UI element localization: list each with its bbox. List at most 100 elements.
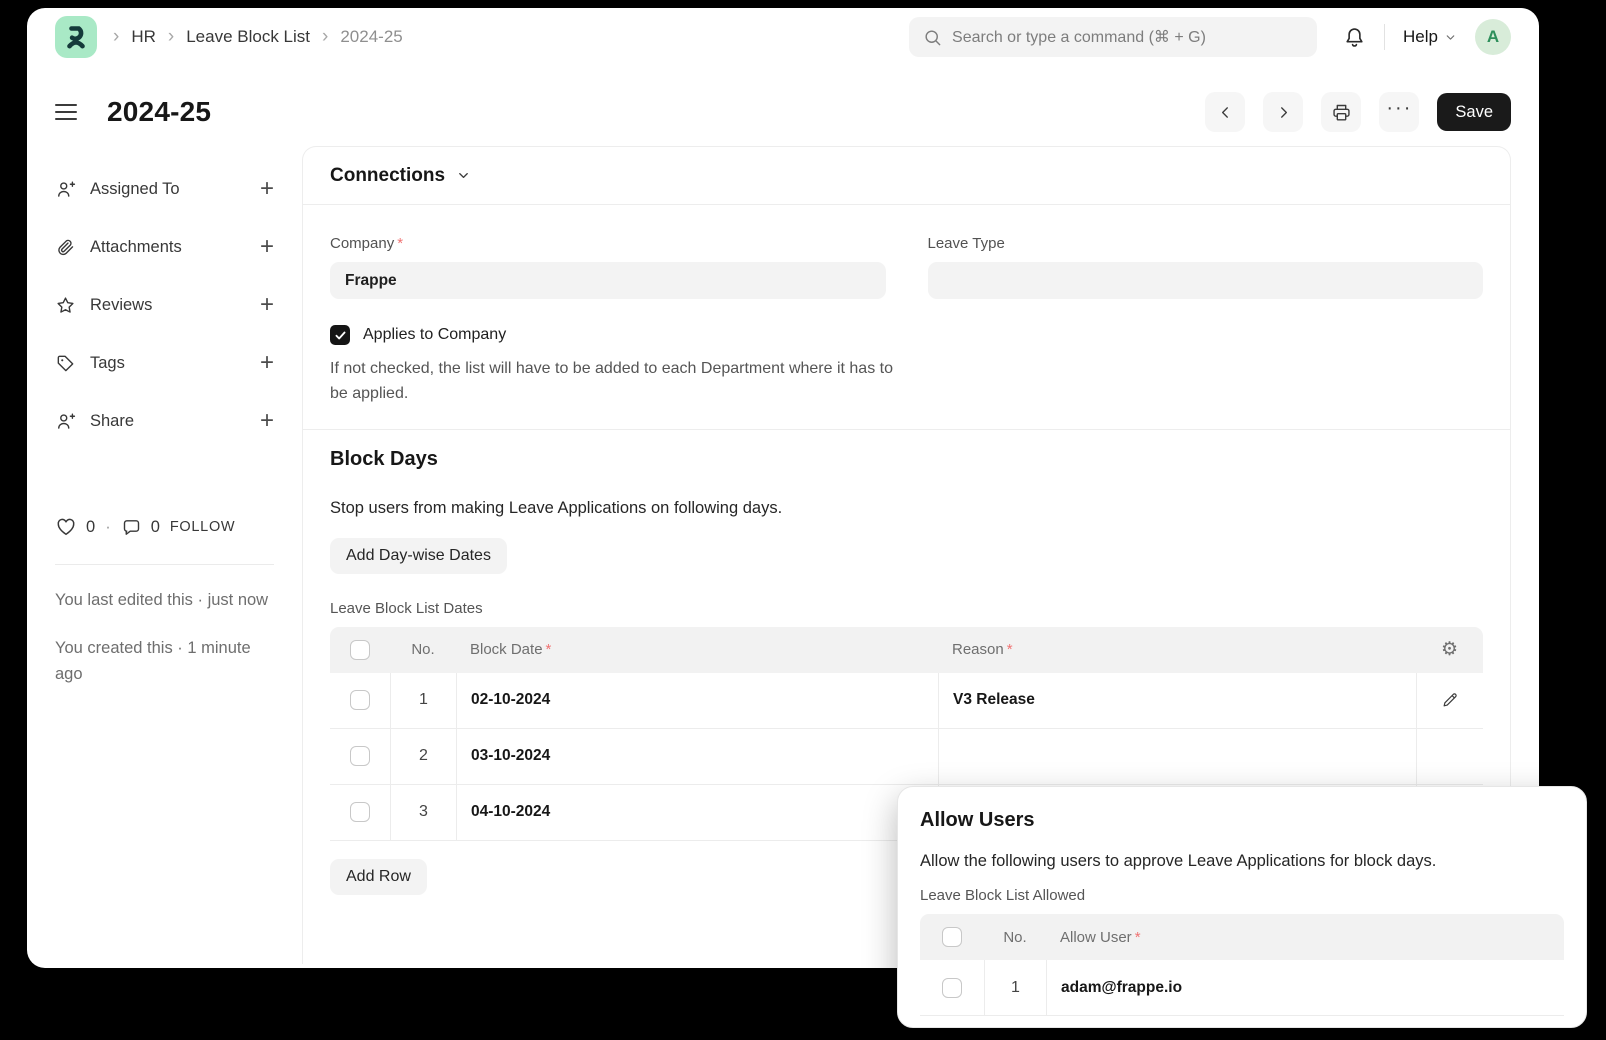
leave-type-field-group: Leave Type [928, 235, 1484, 299]
sidebar-item-assigned-to[interactable]: Assigned To + [55, 160, 274, 218]
block-date-cell[interactable]: 02-10-2024 [456, 673, 938, 728]
table-row[interactable]: 2 03-10-2024 [330, 729, 1483, 785]
pencil-icon [1441, 691, 1459, 709]
print-button[interactable] [1321, 92, 1361, 132]
select-all-checkbox[interactable] [350, 640, 370, 660]
sidebar-toggle-button[interactable] [55, 104, 77, 120]
navbar-divider [1384, 24, 1385, 50]
chevron-right-icon: › [113, 27, 119, 46]
sidebar-item-label: Reviews [90, 296, 152, 315]
chevron-right-icon: › [168, 27, 174, 46]
save-button[interactable]: Save [1437, 93, 1511, 131]
printer-icon [1331, 102, 1352, 123]
app-logo[interactable] [55, 16, 97, 58]
add-assignment-button[interactable]: + [260, 177, 274, 201]
frappe-hr-logo-icon [63, 23, 89, 51]
share-button[interactable]: + [260, 409, 274, 433]
row-number: 1 [390, 673, 456, 728]
required-marker: * [397, 235, 403, 252]
likes-count: 0 [86, 518, 95, 537]
add-attachment-button[interactable]: + [260, 235, 274, 259]
search-input[interactable]: Search or type a command (⌘ + G) [909, 17, 1317, 57]
breadcrumb-leave-block-list[interactable]: Leave Block List [186, 27, 310, 47]
user-plus-icon [55, 179, 76, 200]
reason-cell[interactable]: V3 Release [938, 673, 1416, 728]
applies-to-company-checkbox[interactable] [330, 325, 350, 345]
block-date-cell[interactable]: 04-10-2024 [456, 785, 938, 840]
row-number: 3 [390, 785, 456, 840]
breadcrumb-current: 2024-25 [340, 27, 402, 47]
company-label: Company* [330, 235, 886, 252]
table-row[interactable]: 1 02-10-2024 V3 Release [330, 673, 1483, 729]
next-record-button[interactable] [1263, 92, 1303, 132]
block-days-description: Stop users from making Leave Application… [330, 499, 1483, 518]
sidebar-item-attachments[interactable]: Attachments + [55, 218, 274, 276]
chevron-right-icon [1275, 104, 1292, 121]
table-settings-button[interactable]: ⚙ [1416, 627, 1483, 673]
more-options-button[interactable]: ··· [1379, 92, 1419, 132]
gear-icon: ⚙ [1441, 638, 1458, 661]
search-placeholder: Search or type a command (⌘ + G) [952, 27, 1206, 47]
bell-icon [1343, 26, 1366, 49]
sidebar-item-label: Assigned To [90, 180, 180, 199]
form-fields: Company* Frappe Leave Type [303, 205, 1510, 299]
notifications-button[interactable] [1343, 26, 1366, 49]
navbar-right: Help A [1343, 19, 1511, 55]
allow-users-description: Allow the following users to approve Lea… [920, 852, 1564, 871]
prev-record-button[interactable] [1205, 92, 1245, 132]
sidebar-item-tags[interactable]: Tags + [55, 334, 274, 392]
chevron-down-icon [456, 168, 471, 183]
search-icon [923, 28, 942, 47]
allow-user-cell[interactable]: adam@frappe.io [1046, 960, 1564, 1015]
row-checkbox[interactable] [350, 690, 370, 710]
edit-row-button[interactable] [1416, 673, 1483, 728]
help-menu[interactable]: Help [1403, 27, 1457, 47]
paperclip-icon [55, 237, 76, 258]
avatar[interactable]: A [1475, 19, 1511, 55]
col-no: No. [390, 627, 456, 673]
table-row[interactable]: 1 adam@frappe.io [920, 960, 1564, 1016]
sidebar-item-reviews[interactable]: Reviews + [55, 276, 274, 334]
screen: › HR › Leave Block List › 2024-25 Search… [0, 0, 1606, 1040]
allow-users-title: Allow Users [920, 809, 1564, 832]
help-label: Help [1403, 27, 1438, 47]
created-text: You created this · 1 minute ago [55, 635, 274, 687]
heart-icon[interactable] [55, 516, 77, 538]
allowed-table-label: Leave Block List Allowed [920, 887, 1564, 904]
reason-cell[interactable] [938, 729, 1416, 784]
leave-type-label: Leave Type [928, 235, 1484, 252]
block-dates-table-label: Leave Block List Dates [330, 600, 1483, 617]
breadcrumb: › HR › Leave Block List › 2024-25 [113, 27, 403, 47]
block-days-title: Block Days [330, 448, 1483, 471]
tag-icon [55, 353, 76, 374]
leave-type-field[interactable] [928, 262, 1484, 299]
required-marker: * [546, 641, 552, 658]
breadcrumb-hr[interactable]: HR [131, 27, 156, 47]
company-field-group: Company* Frappe [330, 235, 886, 299]
title-actions: ··· Save [1205, 92, 1511, 132]
row-checkbox[interactable] [350, 746, 370, 766]
company-field[interactable]: Frappe [330, 262, 886, 299]
chevron-down-icon [1444, 31, 1457, 44]
sidebar-item-label: Tags [90, 354, 125, 373]
last-edited-text: You last edited this · just now [55, 587, 274, 613]
row-checkbox[interactable] [942, 978, 962, 998]
add-row-button[interactable]: Add Row [330, 859, 427, 895]
ellipsis-icon: ··· [1386, 108, 1412, 116]
col-allow-user: Allow User* [1046, 914, 1564, 960]
row-checkbox[interactable] [350, 802, 370, 822]
add-tag-button[interactable]: + [260, 351, 274, 375]
comment-icon[interactable] [121, 517, 142, 538]
required-marker: * [1135, 929, 1141, 946]
page-title: 2024-25 [107, 96, 211, 128]
sidebar-item-share[interactable]: Share + [55, 392, 274, 450]
connections-section-header[interactable]: Connections [303, 147, 1510, 205]
applies-to-company-label: Applies to Company [363, 326, 506, 344]
add-review-button[interactable]: + [260, 293, 274, 317]
comments-count: 0 [151, 518, 160, 537]
block-date-cell[interactable]: 03-10-2024 [456, 729, 938, 784]
add-daywise-dates-button[interactable]: Add Day-wise Dates [330, 538, 507, 574]
follow-button[interactable]: FOLLOW [170, 519, 235, 535]
select-all-checkbox[interactable] [942, 927, 962, 947]
applies-description: If not checked, the list will have to be… [330, 357, 895, 407]
